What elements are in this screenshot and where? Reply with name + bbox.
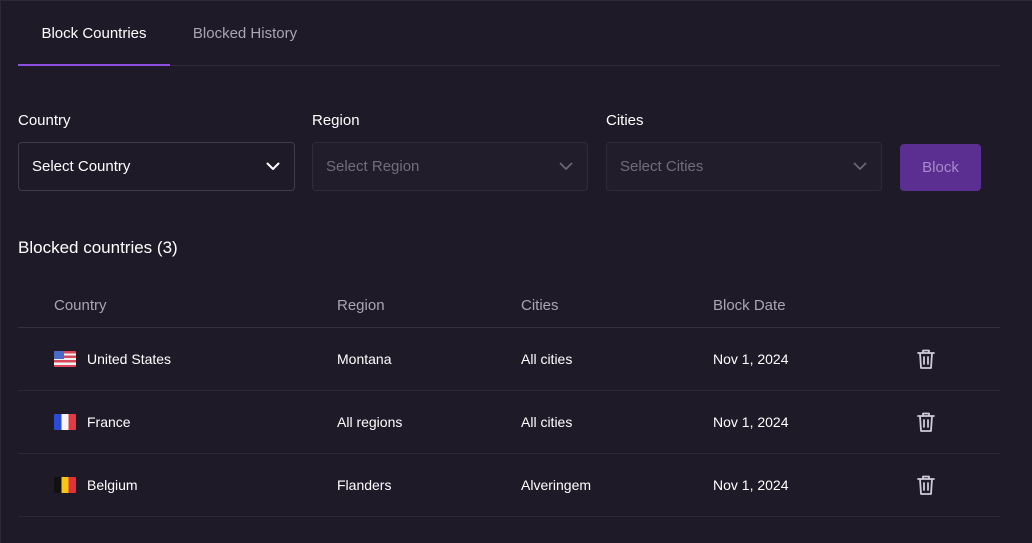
block-date-cell: Nov 1, 2024 [713, 477, 789, 493]
header-region: Region [337, 297, 385, 314]
region-cell: All regions [337, 414, 403, 430]
table-header: Country Region Cities Block Date [18, 284, 1000, 328]
country-label: Country [18, 112, 71, 129]
chevron-down-icon [853, 162, 867, 171]
us-flag-icon [54, 351, 76, 367]
block-button[interactable]: Block [900, 144, 981, 191]
tab-bar: Block Countries Blocked History [18, 0, 1000, 66]
country-select-placeholder: Select Country [32, 158, 131, 175]
country-name: United States [87, 351, 172, 367]
trash-icon[interactable] [916, 411, 936, 433]
cities-cell: All cities [521, 414, 573, 430]
cities-select-placeholder: Select Cities [620, 158, 704, 175]
tab-label: Blocked History [192, 24, 298, 42]
header-block-date: Block Date [713, 297, 786, 314]
blocked-countries-heading: Blocked countries (3) [18, 238, 178, 257]
cities-cell: All cities [521, 351, 573, 367]
be-flag-icon [54, 477, 76, 493]
table-row: Belgium Flanders Alveringem Nov 1, 2024 [18, 454, 1000, 517]
chevron-down-icon [559, 162, 573, 171]
block-button-label: Block [922, 159, 959, 176]
region-select-placeholder: Select Region [326, 158, 420, 175]
fr-flag-icon [54, 414, 76, 430]
region-cell: Montana [337, 351, 392, 367]
tab-label: Block Countries [41, 24, 147, 42]
region-cell: Flanders [337, 477, 392, 493]
country-cell: Belgium [54, 454, 138, 516]
country-cell: United States [54, 328, 171, 390]
block-date-cell: Nov 1, 2024 [713, 351, 789, 367]
block-date-cell: Nov 1, 2024 [713, 414, 789, 430]
cities-select[interactable]: Select Cities [606, 142, 882, 191]
header-country: Country [54, 297, 107, 314]
blocked-countries-table: Country Region Cities Block Date United … [18, 284, 1000, 517]
chevron-down-icon [266, 162, 280, 171]
country-name: France [87, 414, 131, 430]
tab-blocked-history[interactable]: Blocked History [170, 0, 320, 66]
region-label: Region [312, 112, 360, 129]
country-name: Belgium [87, 477, 138, 493]
trash-icon[interactable] [916, 348, 936, 370]
table-row: United States Montana All cities Nov 1, … [18, 328, 1000, 391]
cities-cell: Alveringem [521, 477, 592, 493]
header-cities: Cities [521, 297, 559, 314]
country-select[interactable]: Select Country [18, 142, 295, 191]
tab-block-countries[interactable]: Block Countries [18, 0, 170, 66]
trash-icon[interactable] [916, 474, 936, 496]
table-row: France All regions All cities Nov 1, 202… [18, 391, 1000, 454]
active-tab-indicator [18, 64, 170, 66]
country-cell: France [54, 391, 131, 453]
region-select[interactable]: Select Region [312, 142, 588, 191]
cities-label: Cities [606, 112, 644, 129]
